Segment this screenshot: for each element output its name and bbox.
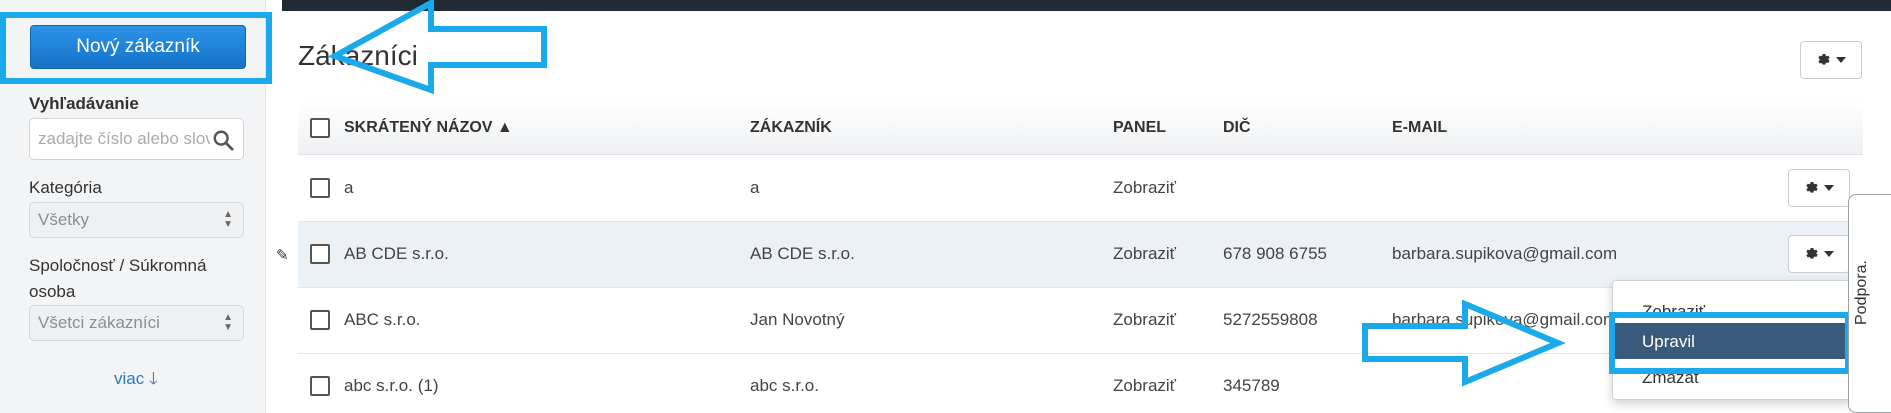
more-filters-link[interactable]: viac 🡓 <box>114 366 158 395</box>
gear-icon <box>1806 182 1818 193</box>
page-title: Zákazníci <box>298 40 418 71</box>
top-bar <box>282 0 1891 11</box>
search-label: Vyhľadávanie <box>29 94 139 113</box>
row-checkbox[interactable] <box>310 310 330 330</box>
gear-icon <box>1818 54 1830 65</box>
cell-short-name[interactable]: AB CDE s.r.o. <box>344 244 449 264</box>
category-label: Kategória <box>29 178 102 197</box>
cell-customer: AB CDE s.r.o. <box>750 244 855 263</box>
cell-dic: 5272559808 <box>1223 310 1318 329</box>
cell-short-name[interactable]: ABC s.r.o. <box>344 310 421 330</box>
column-header-dic[interactable]: DIČ <box>1223 119 1251 137</box>
company-label: Spoločnosť / Súkromná <box>29 256 207 275</box>
cell-email: barbara.supikova@gmail.com <box>1392 244 1618 263</box>
cell-customer: abc s.r.o. <box>750 376 819 395</box>
company-select-value: Všetci zákazníci <box>38 313 160 332</box>
cell-email: barbara.supikova@gmail.com <box>1392 310 1618 329</box>
category-select-value: Všetky <box>38 210 90 229</box>
cell-panel-link[interactable]: Zobraziť <box>1113 178 1176 198</box>
select-arrows-icon: ▲ ▼ <box>223 312 233 333</box>
highlight-edit-item <box>1609 312 1851 374</box>
company-label-line2: osoba <box>29 282 76 301</box>
table-row[interactable]: ✎ AB CDE s.r.o. AB CDE s.r.o. Zobraziť 6… <box>276 222 1863 288</box>
column-header-customer[interactable]: ZÁKAZNÍK <box>750 119 832 137</box>
cell-short-name[interactable]: a <box>344 178 353 198</box>
search-icon[interactable] <box>212 129 234 151</box>
select-all-checkbox[interactable] <box>310 118 330 138</box>
category-select[interactable]: Všetky ▲ ▼ <box>29 202 244 238</box>
row-checkbox[interactable] <box>310 244 330 264</box>
company-select[interactable]: Všetci zákazníci ▲ ▼ <box>29 305 244 341</box>
support-tab-label: Podpora. <box>1853 260 1870 325</box>
cell-dic: 345789 <box>1223 376 1280 395</box>
row-checkbox[interactable] <box>310 178 330 198</box>
gear-icon <box>1806 248 1818 259</box>
search-field[interactable] <box>29 118 244 160</box>
pencil-icon[interactable]: ✎ <box>276 246 289 264</box>
chevron-down-icon <box>1836 57 1846 63</box>
cell-customer: a <box>750 178 760 197</box>
row-actions-button[interactable] <box>1788 169 1850 207</box>
search-input[interactable] <box>38 129 210 149</box>
page-settings-button[interactable] <box>1800 41 1862 79</box>
support-tab[interactable]: Podpora. <box>1848 194 1891 413</box>
chevron-down-icon <box>1824 251 1834 257</box>
cell-panel-link[interactable]: Zobraziť <box>1113 244 1176 264</box>
select-arrows-icon: ▲ ▼ <box>223 209 233 230</box>
cell-dic: 678 908 6755 <box>1223 244 1327 263</box>
table-row[interactable]: a a Zobraziť <box>298 156 1863 222</box>
row-actions-button[interactable] <box>1788 235 1850 273</box>
highlight-new-customer <box>0 12 272 84</box>
cell-customer: Jan Novotný <box>750 310 845 329</box>
cell-panel-link[interactable]: Zobraziť <box>1113 376 1176 396</box>
column-header-panel[interactable]: PANEL <box>1113 119 1166 137</box>
table-header: SKRÁTENÝ NÁZOV ▲ ZÁKAZNÍK PANEL DIČ E-MA… <box>298 100 1863 155</box>
chevron-down-icon <box>1824 185 1834 191</box>
row-checkbox[interactable] <box>310 376 330 396</box>
cell-short-name[interactable]: abc s.r.o. (1) <box>344 376 438 396</box>
column-header-email[interactable]: E-MAIL <box>1392 119 1447 137</box>
cell-panel-link[interactable]: Zobraziť <box>1113 310 1176 330</box>
column-header-short-name[interactable]: SKRÁTENÝ NÁZOV ▲ <box>344 119 513 137</box>
